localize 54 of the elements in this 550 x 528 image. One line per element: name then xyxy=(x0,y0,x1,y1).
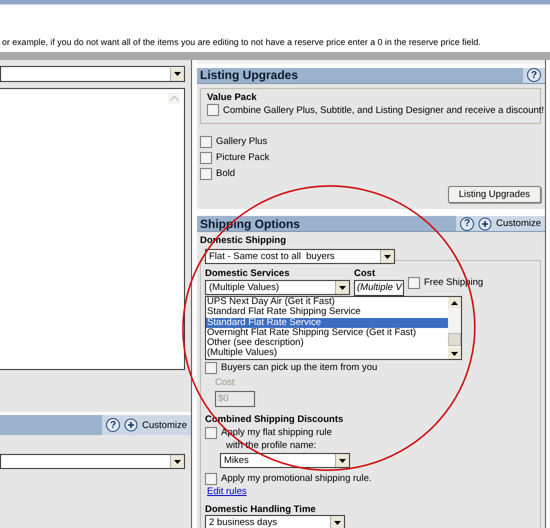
checkbox-label: Combine Gallery Plus, Subtitle, and Listing Designer and receive a discount! xyxy=(223,104,544,116)
services-dropdown[interactable]: (Multiple Values) xyxy=(205,280,350,295)
scroll-down-icon[interactable] xyxy=(448,348,461,359)
help-icon[interactable]: ? xyxy=(460,216,474,231)
listing-upgrades-button[interactable]: Listing Upgrades xyxy=(448,186,541,203)
list-option[interactable]: Standard Flat Rate Service xyxy=(206,318,448,328)
caret-icon xyxy=(330,516,344,528)
handling-time-dropdown[interactable]: 2 business days xyxy=(205,515,345,528)
checkbox[interactable] xyxy=(200,136,212,148)
plus-icon[interactable] xyxy=(478,216,492,231)
checkbox[interactable] xyxy=(408,276,420,288)
dropdown[interactable] xyxy=(0,66,185,82)
profile-dropdown[interactable]: Mikes xyxy=(220,453,350,468)
customize-link[interactable]: Customize xyxy=(496,218,541,230)
checkbox[interactable] xyxy=(200,152,212,164)
scroll-up-icon[interactable] xyxy=(448,297,461,308)
caret-icon xyxy=(380,250,394,263)
list-option[interactable]: Overnight Flat Rate Shipping Service (Get it Fast) xyxy=(206,328,448,338)
help-icon[interactable]: ? xyxy=(106,418,120,432)
checkbox-label: Buyers can pick up the item from you xyxy=(221,362,378,373)
checkbox-label: Apply my promotional shipping rule. xyxy=(221,473,372,484)
list-option[interactable]: UPS Next Day Air (Get it Fast) xyxy=(206,297,448,308)
checkbox-label: Picture Pack xyxy=(216,152,270,164)
checkbox[interactable] xyxy=(205,472,217,484)
value-pack-title: Value Pack xyxy=(207,92,258,103)
checkbox[interactable] xyxy=(205,426,217,438)
shipping-type-dropdown[interactable]: Flat - Same cost to all buyers xyxy=(205,249,395,264)
caret-icon xyxy=(335,281,349,294)
list-option[interactable]: Standard Flat Rate Shipping Service xyxy=(206,307,448,318)
checkbox-label: Bold xyxy=(216,168,236,180)
checkbox[interactable] xyxy=(205,362,217,374)
scrollbar[interactable] xyxy=(448,297,461,359)
list-option[interactable]: (Multiple Values) xyxy=(206,348,448,359)
cost-field[interactable]: (Multiple V xyxy=(354,280,404,296)
scroll-up-icon xyxy=(168,92,180,104)
list-option[interactable]: Other (see description) xyxy=(206,338,448,348)
caret-icon xyxy=(170,68,184,80)
edit-rules-link[interactable]: Edit rules xyxy=(207,486,247,497)
section-title: Listing Upgrades xyxy=(199,68,298,82)
caret-icon xyxy=(335,454,349,467)
checkbox-label: Gallery Plus xyxy=(216,136,268,148)
field-label: Cost xyxy=(354,268,376,279)
field-label: Domestic Handling Time xyxy=(205,504,317,515)
field-label: Cost xyxy=(215,377,236,388)
customize-link[interactable]: Customize xyxy=(142,420,187,430)
caret-icon xyxy=(170,455,184,468)
dropdown[interactable] xyxy=(0,454,185,469)
checkbox[interactable] xyxy=(207,104,219,116)
help-icon[interactable]: ? xyxy=(527,68,541,82)
scroll-thumb[interactable] xyxy=(448,333,461,346)
plus-icon[interactable] xyxy=(124,418,138,432)
field-label: Domestic Services xyxy=(205,268,290,279)
checkbox[interactable] xyxy=(200,168,212,180)
instruction-text: or example, if you do not want all of the items you are editing to not have a reserve price enter a 0 in the reserve price field. xyxy=(1,37,481,47)
